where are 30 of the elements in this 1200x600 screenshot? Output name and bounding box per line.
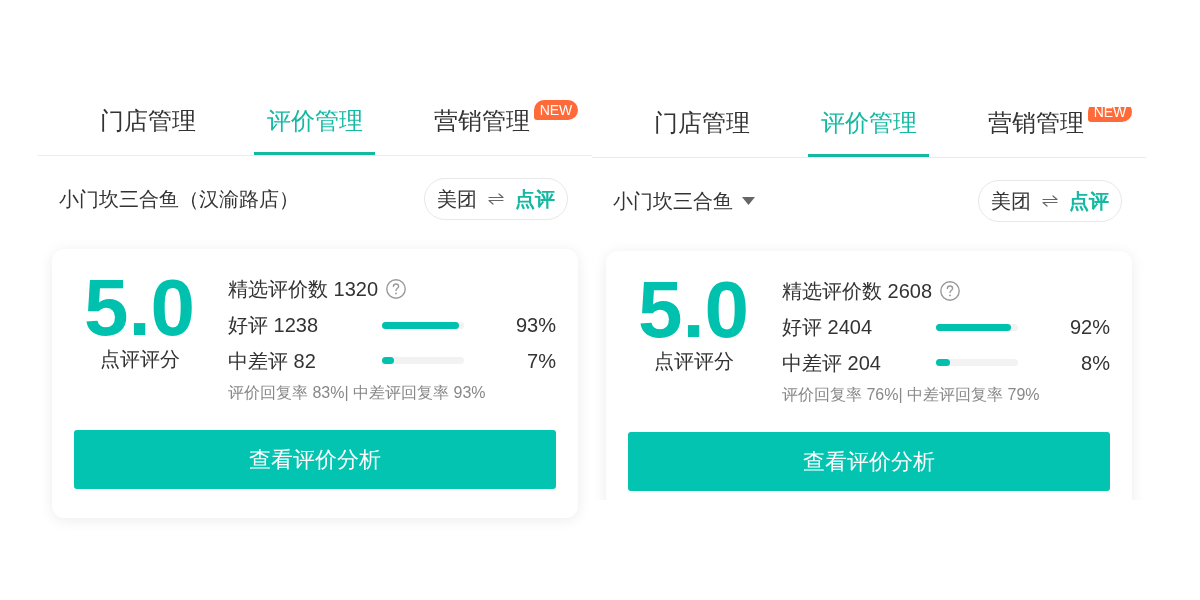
swap-arrows-icon bbox=[488, 193, 504, 205]
help-icon[interactable] bbox=[386, 279, 407, 299]
tab[interactable]: 门店管理 bbox=[619, 107, 786, 157]
review-count-label: 中差评 204 bbox=[782, 350, 882, 376]
platform-switch[interactable]: 美团 点评 bbox=[424, 178, 568, 220]
new-badge: NEW bbox=[1087, 107, 1133, 122]
swap-arrows-icon bbox=[1042, 195, 1058, 207]
score-value: 5.0 bbox=[83, 271, 196, 345]
percentage: 7% bbox=[526, 348, 556, 374]
reply-rates: 评价回复率 76%| 中差评回复率 79% bbox=[782, 385, 1041, 405]
selected-reviews-count: 精选评价数 2608 bbox=[782, 279, 933, 304]
percentage: 92% bbox=[1068, 315, 1110, 340]
tab[interactable]: 门店管理 bbox=[65, 97, 232, 155]
score-value: 5.0 bbox=[637, 273, 750, 347]
review-count-label: 好评 2404 bbox=[782, 315, 874, 340]
review-count-label: 好评 1238 bbox=[228, 313, 320, 338]
review-count-label: 中差评 82 bbox=[228, 348, 317, 374]
score-label: 点评评分 bbox=[653, 349, 734, 374]
new-badge: NEW bbox=[533, 100, 579, 120]
selected-reviews-count: 精选评价数 1320 bbox=[228, 277, 379, 302]
percentage: 93% bbox=[514, 313, 556, 338]
platform-option[interactable]: 美团 bbox=[437, 185, 477, 213]
help-icon[interactable] bbox=[940, 281, 961, 301]
score-label: 点评评分 bbox=[99, 347, 180, 372]
store-selector[interactable]: 小门坎三合鱼 bbox=[613, 187, 755, 215]
store-name: 小门坎三合鱼（汉渝路店） bbox=[59, 187, 299, 212]
reply-rates: 评价回复率 83%| 中差评回复率 93% bbox=[228, 383, 487, 403]
platform-option[interactable]: 美团 bbox=[991, 187, 1031, 215]
platform-switch[interactable]: 美团 点评 bbox=[978, 180, 1122, 222]
percentage: 8% bbox=[1080, 350, 1110, 376]
